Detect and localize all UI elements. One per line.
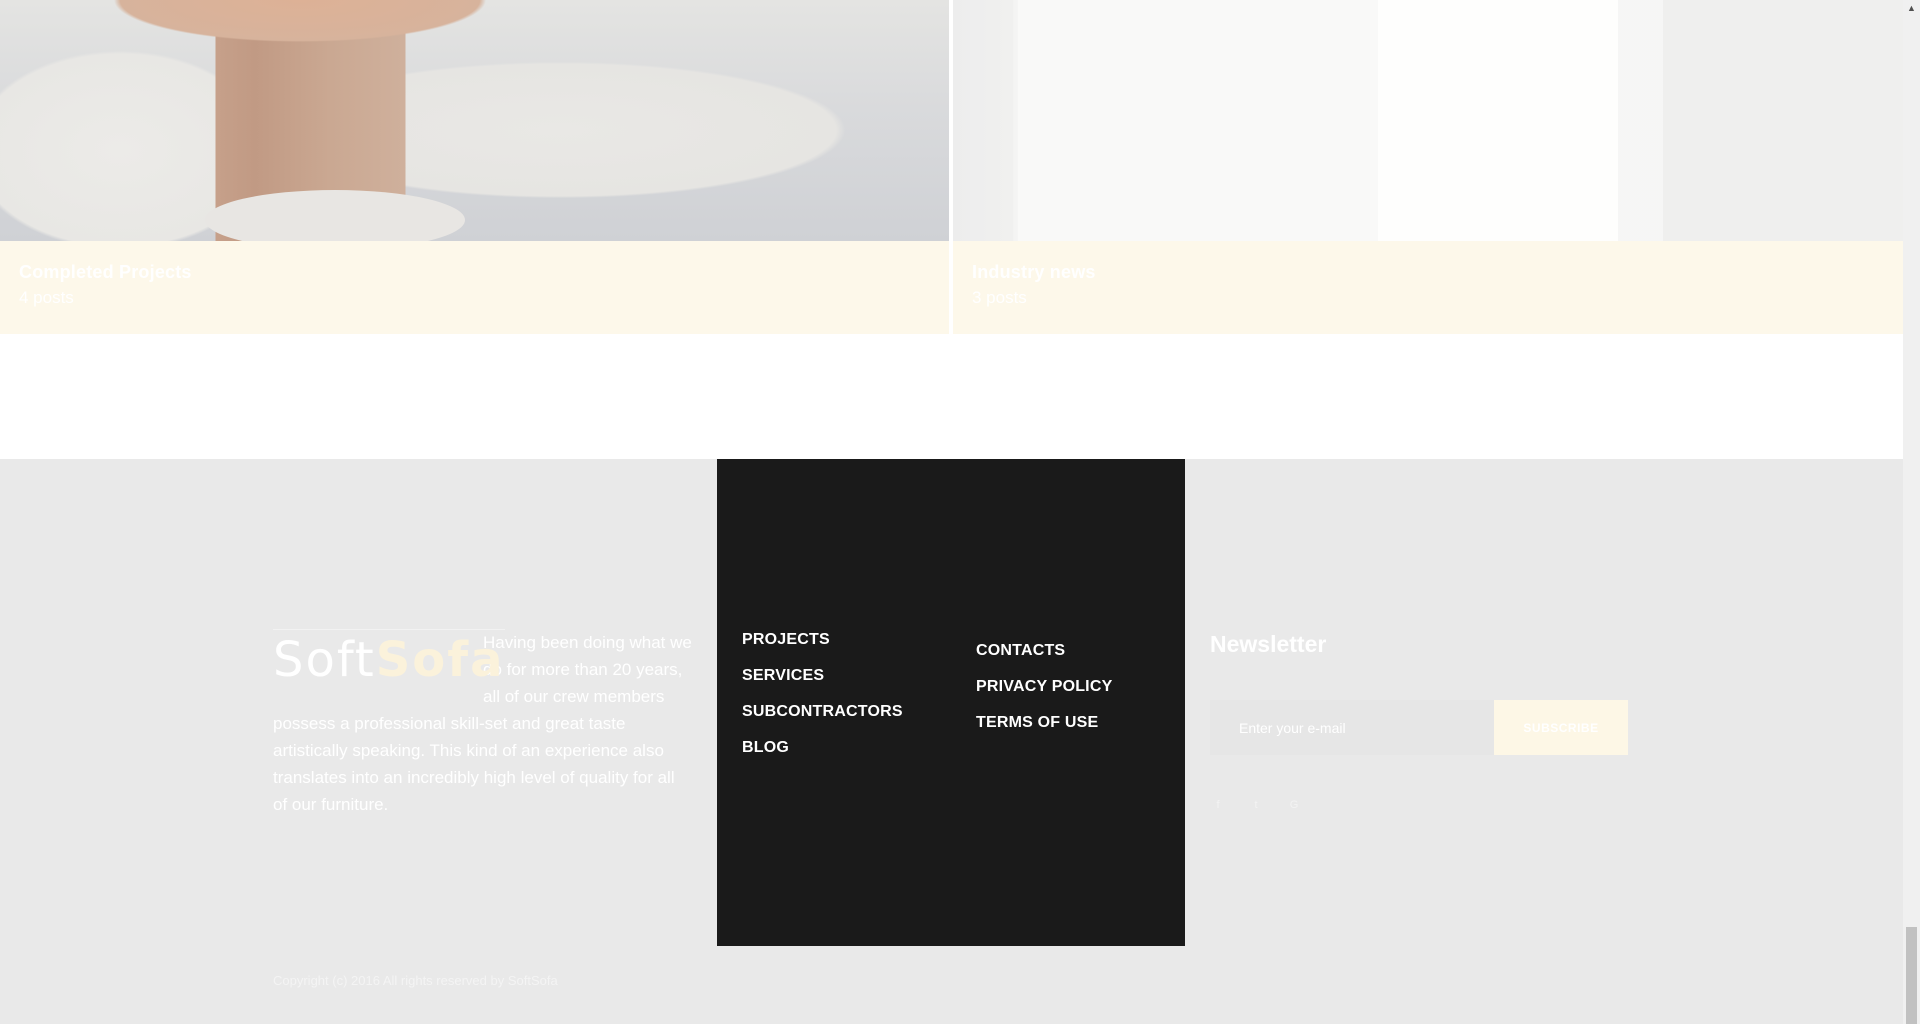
footer-menu-primary: PROJECTS SERVICES SUBCONTRACTORS BLOG: [742, 622, 903, 766]
footer-link-projects[interactable]: PROJECTS: [742, 622, 903, 658]
scroll-up-arrow-icon[interactable]: ▲: [1903, 0, 1920, 17]
category-title[interactable]: Industry news: [972, 262, 1096, 283]
category-image-detail: [1663, 0, 1903, 241]
twitter-icon[interactable]: t: [1249, 798, 1263, 812]
category-caption: [0, 241, 949, 334]
footer-link-subcontractors[interactable]: SUBCONTRACTORS: [742, 694, 903, 730]
category-image: [953, 0, 1903, 241]
logo-text-sofa: Sofa: [375, 632, 505, 688]
category-card-completed-projects[interactable]: Completed Projects 4 posts: [0, 0, 949, 334]
newsletter-email-input[interactable]: [1210, 700, 1494, 755]
social-links: f t G: [1211, 798, 1301, 812]
google-plus-icon[interactable]: G: [1287, 798, 1301, 812]
footer-menu-secondary: CONTACTS PRIVACY POLICY TERMS OF USE: [976, 633, 1112, 741]
page-scrollbar[interactable]: ▲: [1903, 0, 1920, 1024]
category-image-detail: [1378, 0, 1618, 241]
logo-text-soft: Soft: [273, 632, 376, 688]
category-cards: Completed Projects 4 posts Industry news…: [0, 0, 1903, 334]
footer-link-services[interactable]: SERVICES: [742, 658, 903, 694]
category-caption: [953, 241, 1903, 334]
category-post-count: 4 posts: [19, 288, 74, 307]
category-post-count: 3 posts: [972, 288, 1027, 307]
footer-link-terms-of-use[interactable]: TERMS OF USE: [976, 705, 1112, 741]
facebook-icon[interactable]: f: [1211, 798, 1225, 812]
newsletter-title: Newsletter: [1210, 631, 1327, 657]
category-image: [0, 0, 949, 250]
footer-link-privacy-policy[interactable]: PRIVACY POLICY: [976, 669, 1112, 705]
footer-logo[interactable]: SoftSofa: [273, 629, 505, 687]
subscribe-button[interactable]: SUBSCRIBE: [1494, 700, 1628, 755]
site-footer: Having been doing what we do for more th…: [0, 459, 1903, 1024]
footer-link-blog[interactable]: BLOG: [742, 730, 903, 766]
footer-link-contacts[interactable]: CONTACTS: [976, 633, 1112, 669]
category-card-industry-news[interactable]: Industry news 3 posts: [953, 0, 1903, 334]
category-image-detail: [1018, 0, 1378, 241]
category-title[interactable]: Completed Projects: [19, 262, 192, 283]
copyright-text: Copyright (c) 2016 All rights reserved b…: [273, 973, 558, 988]
scrollbar-thumb[interactable]: [1906, 927, 1917, 1024]
